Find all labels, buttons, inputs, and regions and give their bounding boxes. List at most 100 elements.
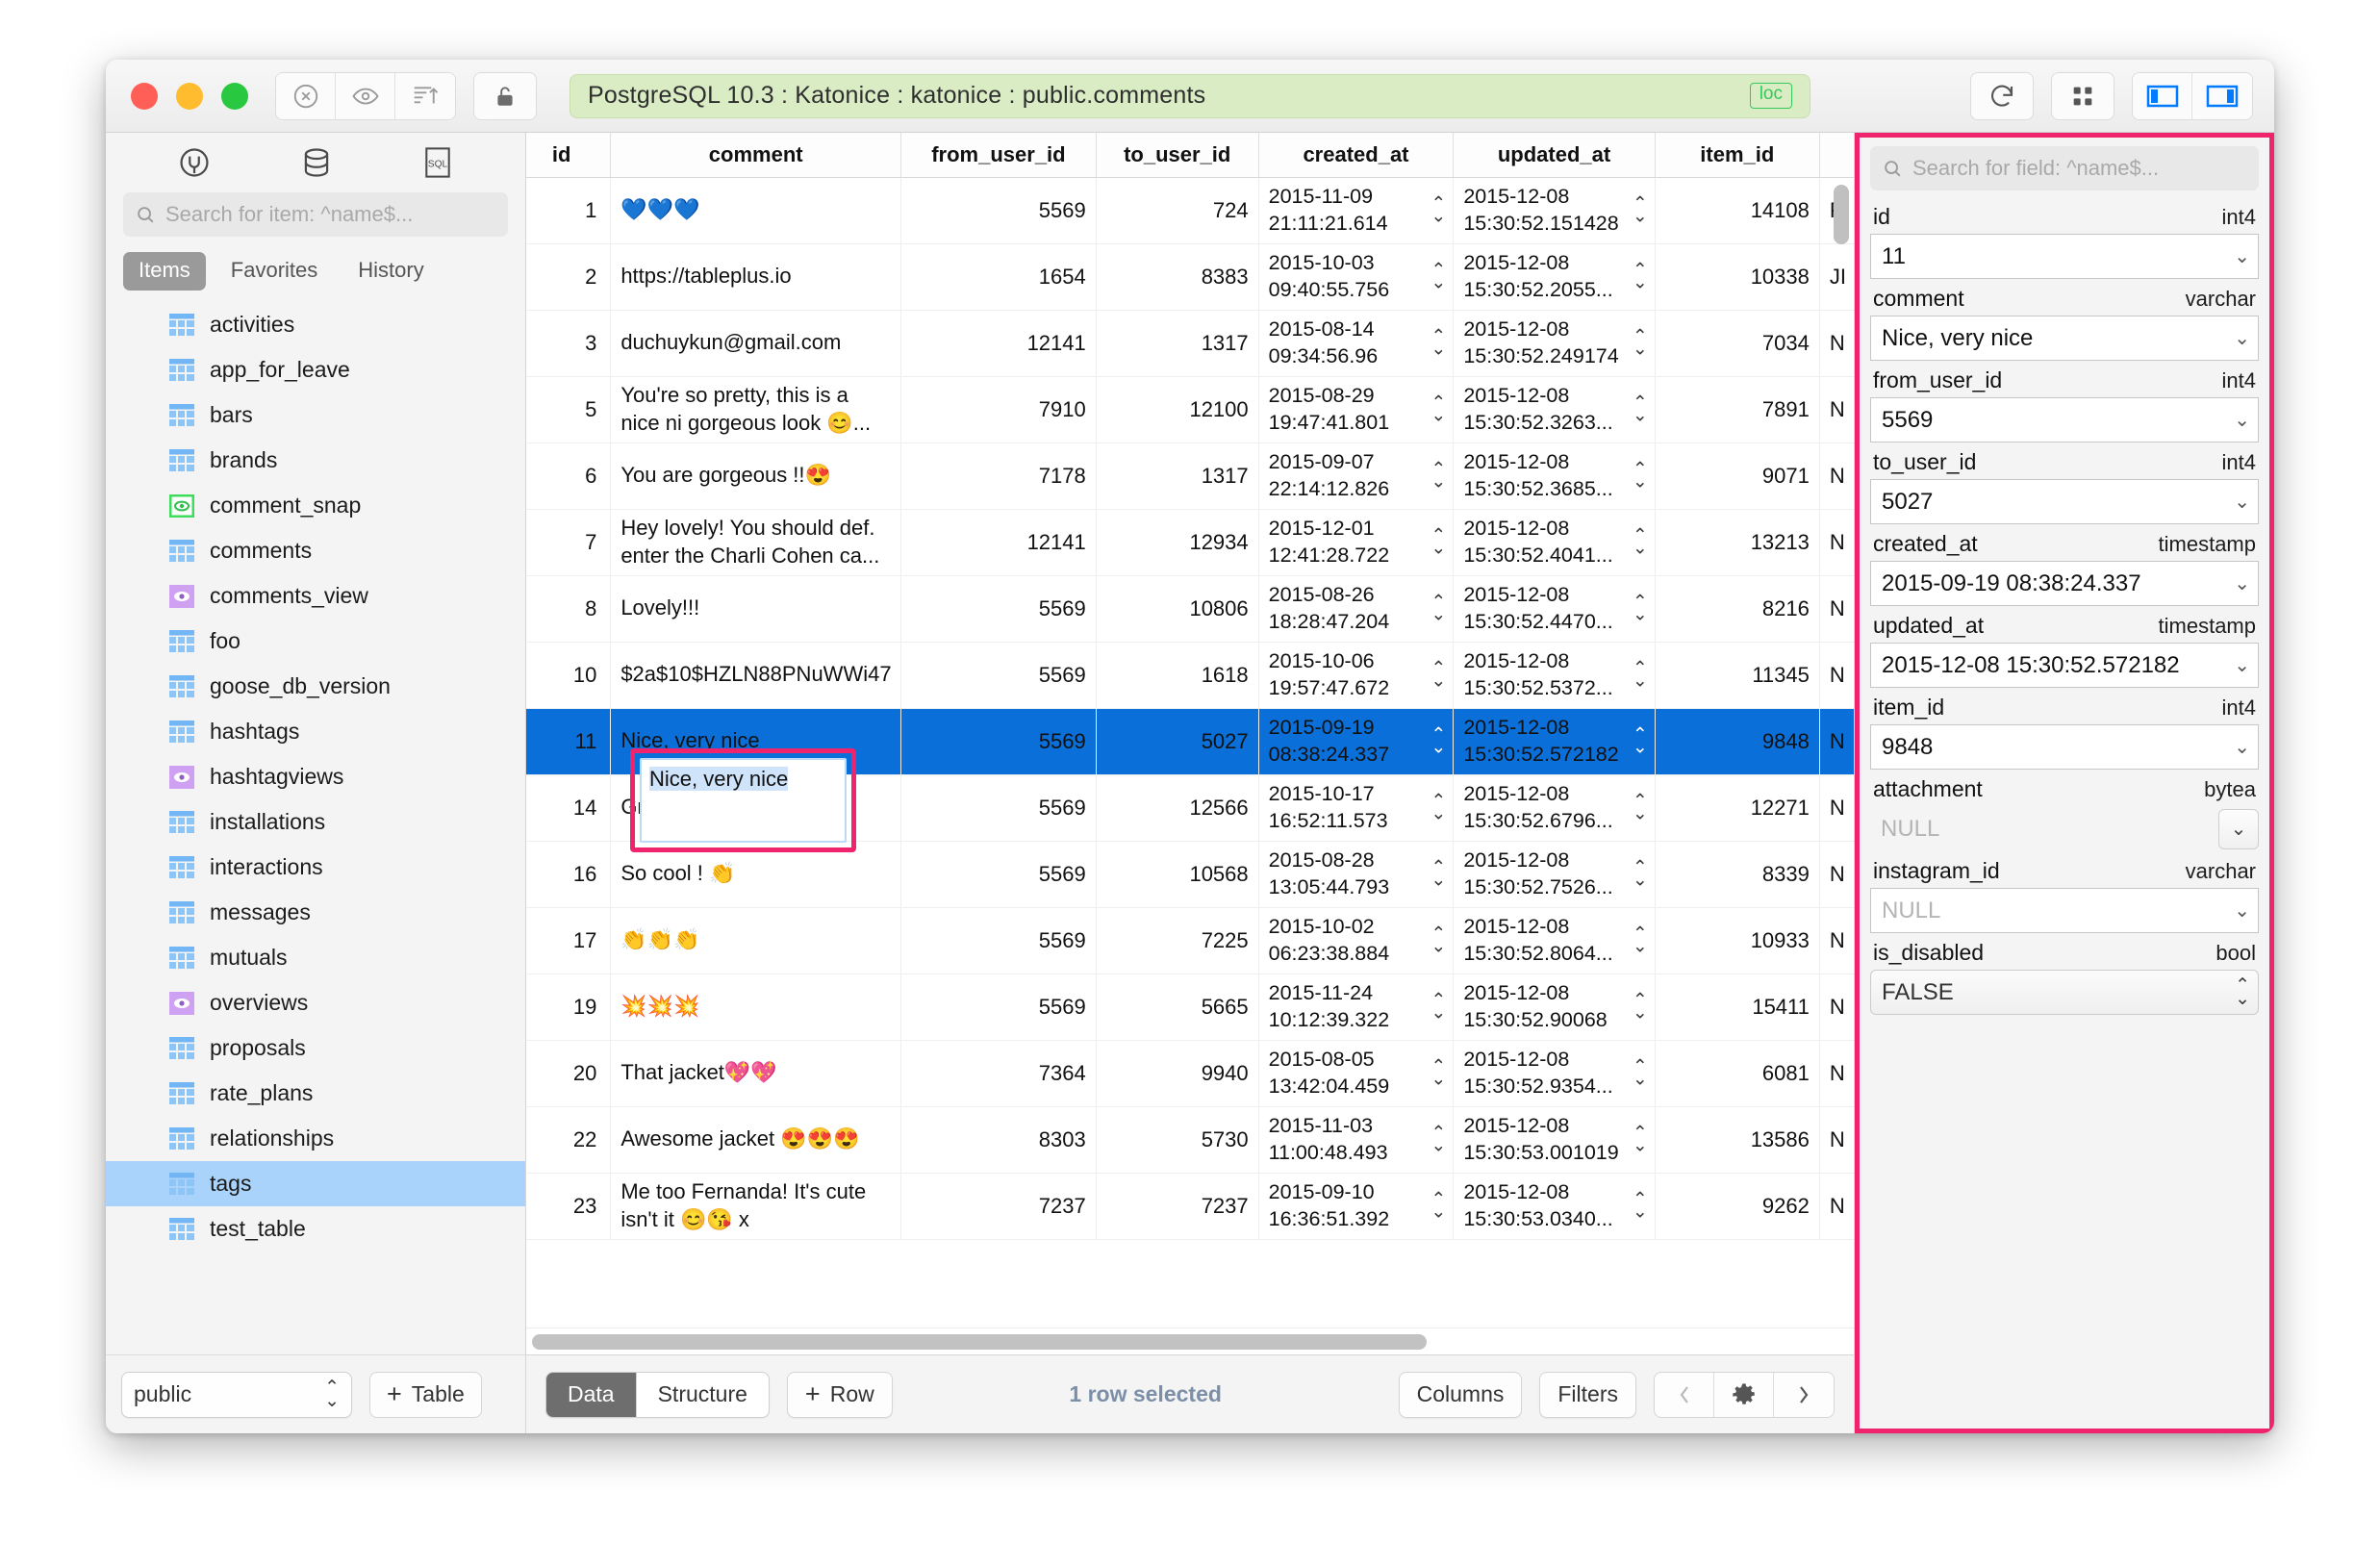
cell-item-id[interactable]: 9262 <box>1655 1173 1820 1240</box>
column-header-item_id[interactable]: item_id <box>1655 133 1820 178</box>
field-input-is_disabled[interactable]: FALSE ⌃ ⌄ <box>1870 970 2259 1015</box>
column-header-id[interactable]: id <box>526 133 612 178</box>
cell-id[interactable]: 7 <box>526 509 612 576</box>
tab-data[interactable]: Data <box>546 1372 637 1417</box>
stepper-icon[interactable]: ⌃ ⌄ <box>1431 1057 1446 1088</box>
stepper-icon[interactable]: ⌃ ⌄ <box>1633 1124 1648 1154</box>
field-input-comment[interactable]: Nice, very nice ⌄ <box>1870 316 2259 361</box>
chevron-down-icon[interactable]: ⌄ <box>2234 490 2250 514</box>
cell-updated-at[interactable]: 2015-12-08 15:30:53.0340... ⌃ ⌄ <box>1453 1173 1656 1240</box>
cell-to-user-id[interactable]: 9940 <box>1096 1040 1259 1107</box>
table-row[interactable]: 5 You're so pretty, this is a nice ni gor… <box>526 376 1854 443</box>
cell-comment[interactable]: That jacket💖💖 <box>610 1040 902 1107</box>
cell-to-user-id[interactable]: 10568 <box>1096 841 1259 908</box>
field-input-updated_at[interactable]: 2015-12-08 15:30:52.572182 ⌄ <box>1870 643 2259 688</box>
cell-item-id[interactable]: 12271 <box>1655 774 1820 842</box>
cell-truncated[interactable]: N <box>1819 509 1854 576</box>
sidebar-tab-items[interactable]: Items <box>123 252 206 291</box>
cell-id[interactable]: 8 <box>526 575 612 643</box>
cell-updated-at[interactable]: 2015-12-08 15:30:52.151428 ⌃ ⌄ <box>1453 177 1656 244</box>
cell-created-at[interactable]: 2015-09-07 22:14:12.826 ⌃ ⌄ <box>1258 443 1455 510</box>
cell-item-id[interactable]: 15411 <box>1655 974 1820 1041</box>
stepper-icon[interactable]: ⌃ ⌄ <box>1633 792 1648 822</box>
stepper-icon[interactable]: ⌃ ⌄ <box>1431 725 1446 756</box>
cell-updated-at[interactable]: 2015-12-08 15:30:52.3263... ⌃ ⌄ <box>1453 376 1656 443</box>
cell-item-id[interactable]: 10338 <box>1655 243 1820 311</box>
cell-item-id[interactable]: 8339 <box>1655 841 1820 908</box>
cell-item-id[interactable]: 9848 <box>1655 708 1820 775</box>
sidebar-item-app_for_leave[interactable]: app_for_leave <box>106 347 525 392</box>
cell-from-user-id[interactable]: 5569 <box>900 907 1097 974</box>
stepper-icon[interactable]: ⌃ ⌄ <box>1431 858 1446 889</box>
stepper-icon[interactable]: ⌃ ⌄ <box>1633 327 1648 358</box>
cell-from-user-id[interactable]: 5569 <box>900 575 1097 643</box>
sidebar-item-hashtags[interactable]: hashtags <box>106 709 525 754</box>
cell-created-at[interactable]: 2015-10-02 06:23:38.884 ⌃ ⌄ <box>1258 907 1455 974</box>
cell-updated-at[interactable]: 2015-12-08 15:30:52.7526... ⌃ ⌄ <box>1453 841 1656 908</box>
search-input[interactable]: Search for item: ^name$... <box>123 192 508 237</box>
table-row[interactable]: 3 duchuykun@gmail.com 12141 1317 2015-08-14… <box>526 310 1854 377</box>
cell-item-id[interactable]: 9071 <box>1655 443 1820 510</box>
column-header-comment[interactable]: comment <box>610 133 902 178</box>
stepper-icon[interactable]: ⌃ ⌄ <box>1633 393 1648 424</box>
stepper-icon[interactable]: ⌃ ⌄ <box>1431 194 1446 225</box>
stepper-icon[interactable]: ⌃ ⌄ <box>1431 659 1446 690</box>
table-body[interactable]: 1 💙💙💙 5569 724 2015-11-09 21:11:21.614 ⌃ ⌄ 201… <box>526 177 1854 1240</box>
columns-button[interactable]: Columns <box>1398 1371 1523 1418</box>
cell-id[interactable]: 11 <box>526 708 612 775</box>
stepper-icon[interactable]: ⌃ ⌄ <box>1431 393 1446 424</box>
chevron-down-icon[interactable]: ⌄ <box>2234 408 2250 432</box>
lock-button[interactable] <box>473 71 537 120</box>
cell-created-at[interactable]: 2015-08-14 09:34:56.96 ⌃ ⌄ <box>1258 310 1455 377</box>
stepper-icon[interactable]: ⌃ ⌄ <box>1431 460 1446 491</box>
cell-created-at[interactable]: 2015-10-06 19:57:47.672 ⌃ ⌄ <box>1258 642 1455 709</box>
cell-comment[interactable]: Lovely!!! <box>610 575 902 643</box>
sidebar-item-comments[interactable]: comments <box>106 528 525 573</box>
chevron-down-icon[interactable]: ⌄ <box>2234 898 2250 923</box>
cell-updated-at[interactable]: 2015-12-08 15:30:52.3685... ⌃ ⌄ <box>1453 443 1656 510</box>
table-row[interactable]: 7 Hey lovely! You should def. enter the C… <box>526 509 1854 576</box>
cell-id[interactable]: 3 <box>526 310 612 377</box>
cell-from-user-id[interactable]: 8303 <box>900 1106 1097 1174</box>
vertical-scrollbar[interactable] <box>1834 185 1849 244</box>
column-header-to_user_id[interactable]: to_user_id <box>1096 133 1259 178</box>
connection-plug-icon[interactable] <box>176 144 213 181</box>
cell-updated-at[interactable]: 2015-12-08 15:30:52.8064... ⌃ ⌄ <box>1453 907 1656 974</box>
field-input-to_user_id[interactable]: 5027 ⌄ <box>1870 479 2259 524</box>
preview-button[interactable] <box>336 72 395 119</box>
cell-created-at[interactable]: 2015-09-10 16:36:51.392 ⌃ ⌄ <box>1258 1173 1455 1240</box>
cell-updated-at[interactable]: 2015-12-08 15:30:52.5372... ⌃ ⌄ <box>1453 642 1656 709</box>
cell-created-at[interactable]: 2015-08-28 13:05:44.793 ⌃ ⌄ <box>1258 841 1455 908</box>
cell-comment[interactable]: So cool ! 👏 <box>610 841 902 908</box>
add-table-button[interactable]: + Table <box>369 1371 482 1418</box>
cell-truncated[interactable]: N <box>1819 708 1854 775</box>
sidebar-item-list[interactable]: activities app_for_leave bars brands com… <box>106 300 525 1354</box>
cell-from-user-id[interactable]: 7178 <box>900 443 1097 510</box>
stepper-icon[interactable]: ⌃ ⌄ <box>1431 261 1446 291</box>
cell-id[interactable]: 19 <box>526 974 612 1041</box>
cell-from-user-id[interactable]: 5569 <box>900 177 1097 244</box>
stepper-icon[interactable]: ⌃ ⌄ <box>1431 991 1446 1022</box>
cell-id[interactable]: 14 <box>526 774 612 842</box>
sidebar-item-comments_view[interactable]: comments_view <box>106 573 525 619</box>
cell-created-at[interactable]: 2015-09-19 08:38:24.337 ⌃ ⌄ <box>1258 708 1455 775</box>
cell-to-user-id[interactable]: 12100 <box>1096 376 1259 443</box>
cell-created-at[interactable]: 2015-11-09 21:11:21.614 ⌃ ⌄ <box>1258 177 1455 244</box>
cell-comment[interactable]: Me too Fernanda! It's cute isn't it 😊😘 x <box>610 1173 902 1240</box>
sidebar-item-bars[interactable]: bars <box>106 392 525 438</box>
next-page-button[interactable] <box>1774 1373 1834 1417</box>
cell-item-id[interactable]: 13586 <box>1655 1106 1820 1174</box>
cell-updated-at[interactable]: 2015-12-08 15:30:53.001019 ⌃ ⌄ <box>1453 1106 1656 1174</box>
right-panel-toggle-button[interactable] <box>2192 72 2252 119</box>
cell-created-at[interactable]: 2015-08-26 18:28:47.204 ⌃ ⌄ <box>1258 575 1455 643</box>
cell-truncated[interactable]: N <box>1819 376 1854 443</box>
cell-truncated[interactable]: N <box>1819 907 1854 974</box>
stepper-icon[interactable]: ⌃ ⌄ <box>1633 460 1648 491</box>
table-row[interactable]: 20 That jacket💖💖 7364 9940 2015-08-05 13:42:… <box>526 1040 1854 1107</box>
cell-comment[interactable]: Awesome jacket 😍😍😍 <box>610 1106 902 1174</box>
cell-to-user-id[interactable]: 7237 <box>1096 1173 1259 1240</box>
cell-from-user-id[interactable]: 7910 <box>900 376 1097 443</box>
sidebar-item-overviews[interactable]: overviews <box>106 980 525 1025</box>
cell-created-at[interactable]: 2015-08-05 13:42:04.459 ⌃ ⌄ <box>1258 1040 1455 1107</box>
cell-updated-at[interactable]: 2015-12-08 15:30:52.2055... ⌃ ⌄ <box>1453 243 1656 311</box>
